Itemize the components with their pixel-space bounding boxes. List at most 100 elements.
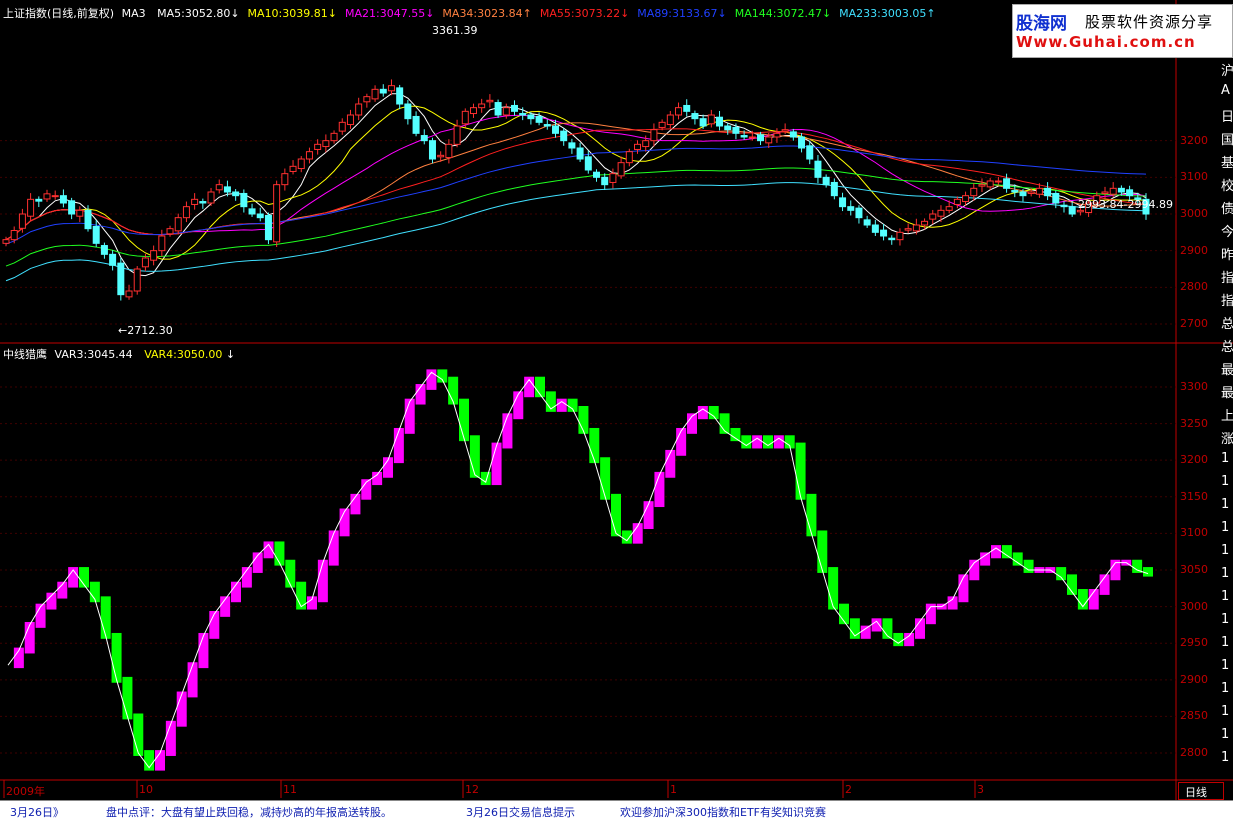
- sidebar-char: 1: [1221, 566, 1230, 581]
- candle-body: [1060, 204, 1068, 208]
- candle-body: [338, 121, 346, 132]
- candle-body: [1052, 192, 1060, 204]
- candle-body: [814, 160, 822, 178]
- right-sidebar[interactable]: 沪A日国基校债今昨指指总总最最上涨 1 1 1 1 1 1 1 1 1 1 1 1 1 1: [1221, 60, 1233, 780]
- sidebar-char: 1: [1221, 681, 1230, 696]
- sidebar-char: 国: [1221, 133, 1233, 148]
- candle-body: [847, 206, 855, 211]
- candle-body: [683, 104, 691, 112]
- candle-body: [535, 115, 543, 123]
- candle-body: [855, 207, 863, 219]
- period-button[interactable]: 日线: [1178, 782, 1224, 800]
- var-bar: [1023, 559, 1034, 573]
- guhai-logo[interactable]: 股海网 股票软件资源分享 Www.Guhai.com.cn: [1012, 4, 1233, 58]
- candle-body: [798, 136, 806, 149]
- candle-body: [839, 197, 847, 208]
- candle-body: [109, 253, 117, 266]
- ma-indicator-6: MA144:3072.47↓: [734, 7, 832, 20]
- bottom-y-tick: 3100: [1180, 526, 1208, 540]
- candle-body: [994, 180, 1002, 183]
- candle-body: [904, 228, 912, 231]
- candle-body: [191, 198, 199, 205]
- sidebar-char: 校: [1221, 179, 1233, 194]
- candle-body: [207, 191, 215, 204]
- x-tick-label: 12: [465, 783, 479, 796]
- candle-body: [428, 140, 436, 160]
- ma-indicator-3: MA34:3023.84↑: [442, 7, 532, 20]
- candle-body: [92, 225, 100, 244]
- var-bar: [817, 530, 828, 573]
- high-annotation: 3361.39: [432, 24, 478, 37]
- ma10-line: [5, 105, 1147, 260]
- candle-body: [35, 198, 43, 202]
- candle-body: [617, 162, 625, 177]
- status-date[interactable]: 3月26日》: [10, 804, 64, 820]
- var-bar: [828, 567, 839, 610]
- candle-body: [896, 231, 904, 241]
- var-bar: [741, 435, 752, 449]
- sidebar-char: 1: [1221, 750, 1230, 765]
- sidebar-char: 1: [1221, 589, 1230, 604]
- var-bar: [480, 471, 491, 486]
- status-tips[interactable]: 3月26日交易信息提示: [466, 804, 575, 820]
- var-bar: [24, 621, 35, 654]
- candle-body: [1035, 187, 1043, 195]
- var-bar: [328, 530, 339, 566]
- bottom-y-tick: 3300: [1180, 379, 1208, 393]
- logo-cn: 股海网: [1016, 14, 1067, 34]
- candle-body: [921, 220, 929, 226]
- ma-indicator-1: MA10:3039.81↓: [247, 7, 337, 20]
- var-bar: [654, 471, 665, 508]
- candle-body: [412, 115, 420, 134]
- ma-indicator-0: MA5:3052.80↓: [157, 7, 240, 20]
- candle-body: [27, 198, 35, 217]
- candle-body: [396, 87, 404, 105]
- candle-body: [133, 268, 141, 292]
- indicator-header: 中线猎鹰 VAR3:3045.44 VAR4:3050.00 ↓: [3, 346, 235, 362]
- ma233-line: [5, 182, 1147, 282]
- candle-body: [445, 143, 453, 159]
- candle-body: [929, 213, 937, 220]
- kline-chart-canvas[interactable]: [0, 0, 1233, 819]
- var4-arrow: ↓: [225, 348, 236, 361]
- candle-body: [912, 224, 920, 232]
- var-bar: [752, 435, 763, 449]
- candle-body: [1101, 191, 1109, 194]
- candle-body: [387, 85, 395, 92]
- var-bar: [404, 398, 415, 434]
- candle-body: [707, 114, 715, 125]
- candle-body: [363, 96, 371, 103]
- sidebar-char: 1: [1221, 520, 1230, 535]
- sidebar-char: 1: [1221, 474, 1230, 489]
- var-bar: [133, 713, 144, 756]
- range-annotation: 2993.84-2994.89: [1078, 198, 1173, 211]
- candle-body: [560, 130, 568, 142]
- candle-body: [650, 129, 658, 142]
- status-comment[interactable]: 盘中点评：大盘有望止跌回稳，减持炒高的年报高送转股。: [106, 804, 392, 820]
- candle-body: [1003, 178, 1011, 189]
- candle-body: [18, 213, 26, 229]
- candle-body: [125, 290, 133, 298]
- var-bar: [958, 574, 969, 603]
- candle-body: [675, 107, 683, 116]
- candle-body: [297, 158, 305, 170]
- x-tick-label: 10: [139, 783, 153, 796]
- candle-body: [215, 184, 223, 191]
- var-bar: [513, 391, 524, 420]
- var-bar: [339, 508, 350, 537]
- sidebar-char: A: [1221, 83, 1230, 98]
- candle-body: [150, 250, 158, 261]
- var-bar: [773, 435, 784, 449]
- var-bar: [589, 427, 600, 464]
- top-y-tick: 3100: [1180, 170, 1208, 184]
- bottom-y-tick: 3200: [1180, 453, 1208, 467]
- bottom-y-tick: 2800: [1180, 746, 1208, 760]
- candle-body: [699, 118, 707, 127]
- candle-body: [469, 107, 477, 115]
- candle-body: [453, 125, 461, 145]
- status-welcome[interactable]: 欢迎参加沪深300指数和ETF有奖知识竞赛: [620, 804, 826, 820]
- top-y-tick: 3200: [1180, 133, 1208, 147]
- candle-body: [494, 102, 502, 116]
- candle-body: [166, 228, 174, 235]
- x-tick-label: 1: [670, 783, 677, 796]
